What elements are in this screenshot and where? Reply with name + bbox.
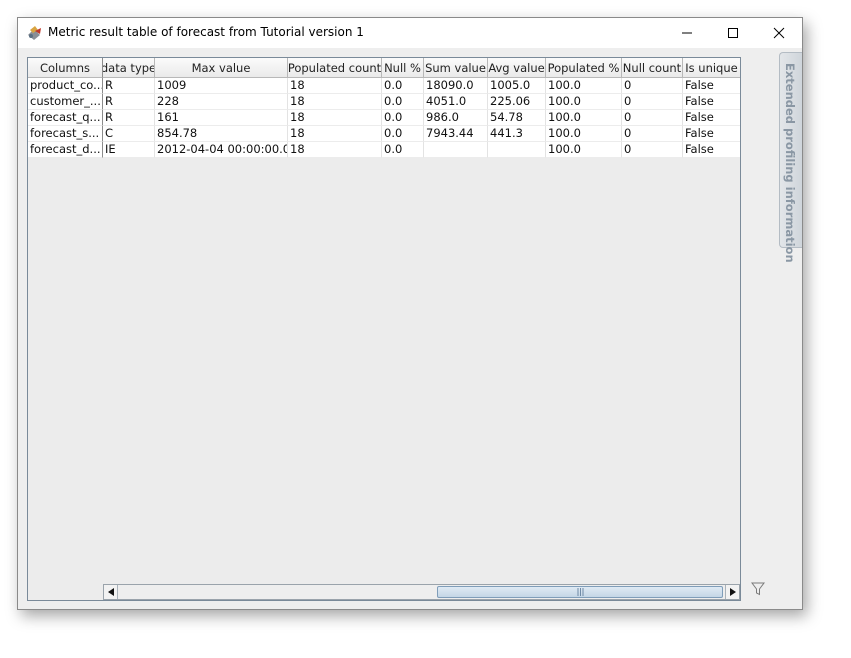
window-title: Metric result table of forecast from Tut… — [48, 25, 364, 39]
table-cell[interactable]: 0.0 — [382, 110, 424, 126]
table-cell[interactable]: False — [683, 142, 740, 158]
extended-profiling-label: Extended profiling information — [783, 63, 797, 263]
maximize-icon — [728, 28, 738, 38]
table-cell[interactable]: False — [683, 78, 740, 94]
metric-result-window: Metric result table of forecast from Tut… — [17, 17, 803, 610]
table-cell[interactable]: 1005.0 — [488, 78, 546, 94]
table-cell[interactable]: IE — [103, 142, 155, 158]
table-cell[interactable]: 0 — [622, 78, 683, 94]
maximize-button[interactable] — [710, 18, 756, 48]
table-cell[interactable]: 54.78 — [488, 110, 546, 126]
column-header[interactable]: Avg value — [488, 58, 546, 78]
scroll-left-button[interactable] — [104, 585, 118, 599]
table-cell[interactable]: forecast_s... — [28, 126, 103, 142]
table-body: product_co... R 1009 18 0.0 18090.0 1005.0 100.… — [28, 78, 740, 158]
title-bar[interactable]: Metric result table of forecast from Tut… — [18, 18, 802, 48]
table-cell[interactable]: False — [683, 126, 740, 142]
horizontal-scrollbar[interactable] — [103, 584, 740, 600]
table-cell[interactable]: 161 — [155, 110, 288, 126]
table-cell[interactable]: 100.0 — [546, 94, 622, 110]
table-cell[interactable]: 18 — [288, 126, 382, 142]
column-header[interactable]: Is unique — [683, 58, 740, 78]
table-cell[interactable]: 0.0 — [382, 78, 424, 94]
table-cell[interactable]: R — [103, 110, 155, 126]
table-cell[interactable]: 225.06 — [488, 94, 546, 110]
table-cell[interactable]: 0.0 — [382, 94, 424, 110]
table-cell[interactable]: 441.3 — [488, 126, 546, 142]
table-cell[interactable]: 1009 — [155, 78, 288, 94]
table-cell[interactable]: 18 — [288, 78, 382, 94]
table-cell[interactable]: 854.78 — [155, 126, 288, 142]
arrow-left-icon — [107, 588, 114, 596]
table-header-row: Columns data type Max value Populated count… — [28, 58, 740, 78]
arrow-right-icon — [729, 588, 736, 596]
table-row[interactable]: product_co... R 1009 18 0.0 18090.0 1005.0 100.… — [28, 78, 740, 94]
table-cell[interactable] — [488, 142, 546, 158]
scroll-right-button[interactable] — [725, 585, 739, 599]
minimize-button[interactable] — [664, 18, 710, 48]
table-cell[interactable]: 0 — [622, 110, 683, 126]
table-cell[interactable]: 18 — [288, 110, 382, 126]
table-cell[interactable]: 2012-04-04 00:00:00.0 — [155, 142, 288, 158]
table-cell[interactable]: 0 — [622, 94, 683, 110]
table-cell[interactable]: 228 — [155, 94, 288, 110]
table-cell[interactable]: 0 — [622, 126, 683, 142]
table-cell[interactable]: 100.0 — [546, 110, 622, 126]
table-cell[interactable]: C — [103, 126, 155, 142]
extended-profiling-tab[interactable]: Extended profiling information — [779, 52, 802, 263]
column-header[interactable]: Max value — [155, 58, 288, 78]
table-cell[interactable]: False — [683, 110, 740, 126]
table-cell[interactable]: 986.0 — [424, 110, 488, 126]
table-cell[interactable]: R — [103, 78, 155, 94]
minimize-icon — [682, 32, 692, 34]
table-cell[interactable]: 100.0 — [546, 142, 622, 158]
table-cell[interactable]: 18 — [288, 142, 382, 158]
scrollbar-thumb[interactable] — [437, 586, 723, 598]
table-row[interactable]: forecast_s... C 854.78 18 0.0 7943.44 441.3 100… — [28, 126, 740, 142]
column-header[interactable]: Null count — [622, 58, 683, 78]
table-cell[interactable]: 18 — [288, 94, 382, 110]
column-header[interactable]: Populated count — [288, 58, 382, 78]
column-header[interactable]: Columns — [28, 58, 103, 78]
table-cell[interactable]: 0.0 — [382, 126, 424, 142]
table-cell[interactable]: forecast_q... — [28, 110, 103, 126]
app-icon — [26, 25, 43, 41]
table-row[interactable]: forecast_d... IE 2012-04-04 00:00:00.0 18 0.… — [28, 142, 740, 158]
table-cell[interactable]: product_co... — [28, 78, 103, 94]
metric-table: Columns data type Max value Populated count… — [27, 57, 741, 601]
column-header[interactable]: Populated % — [546, 58, 622, 78]
filter-icon[interactable] — [751, 581, 765, 596]
table-cell[interactable]: 100.0 — [546, 78, 622, 94]
table-cell[interactable]: 18090.0 — [424, 78, 488, 94]
table-cell[interactable]: 7943.44 — [424, 126, 488, 142]
table-cell[interactable]: forecast_d... — [28, 142, 103, 158]
table-cell[interactable] — [424, 142, 488, 158]
close-button[interactable] — [756, 18, 802, 48]
column-header[interactable]: Sum value — [424, 58, 488, 78]
close-icon — [773, 27, 785, 39]
table-row[interactable]: customer_... R 228 18 0.0 4051.0 225.06 100.0 0 F… — [28, 94, 740, 110]
grip-icon — [577, 588, 583, 596]
table-row[interactable]: forecast_q... R 161 18 0.0 986.0 54.78 100.0 0 Fa… — [28, 110, 740, 126]
table-cell[interactable]: 100.0 — [546, 126, 622, 142]
column-header[interactable]: Null % — [382, 58, 424, 78]
table-cell[interactable]: 4051.0 — [424, 94, 488, 110]
column-header[interactable]: data type — [103, 58, 155, 78]
table-cell[interactable]: False — [683, 94, 740, 110]
table-cell[interactable]: R — [103, 94, 155, 110]
table-cell[interactable]: customer_... — [28, 94, 103, 110]
table-cell[interactable]: 0 — [622, 142, 683, 158]
table-cell[interactable]: 0.0 — [382, 142, 424, 158]
